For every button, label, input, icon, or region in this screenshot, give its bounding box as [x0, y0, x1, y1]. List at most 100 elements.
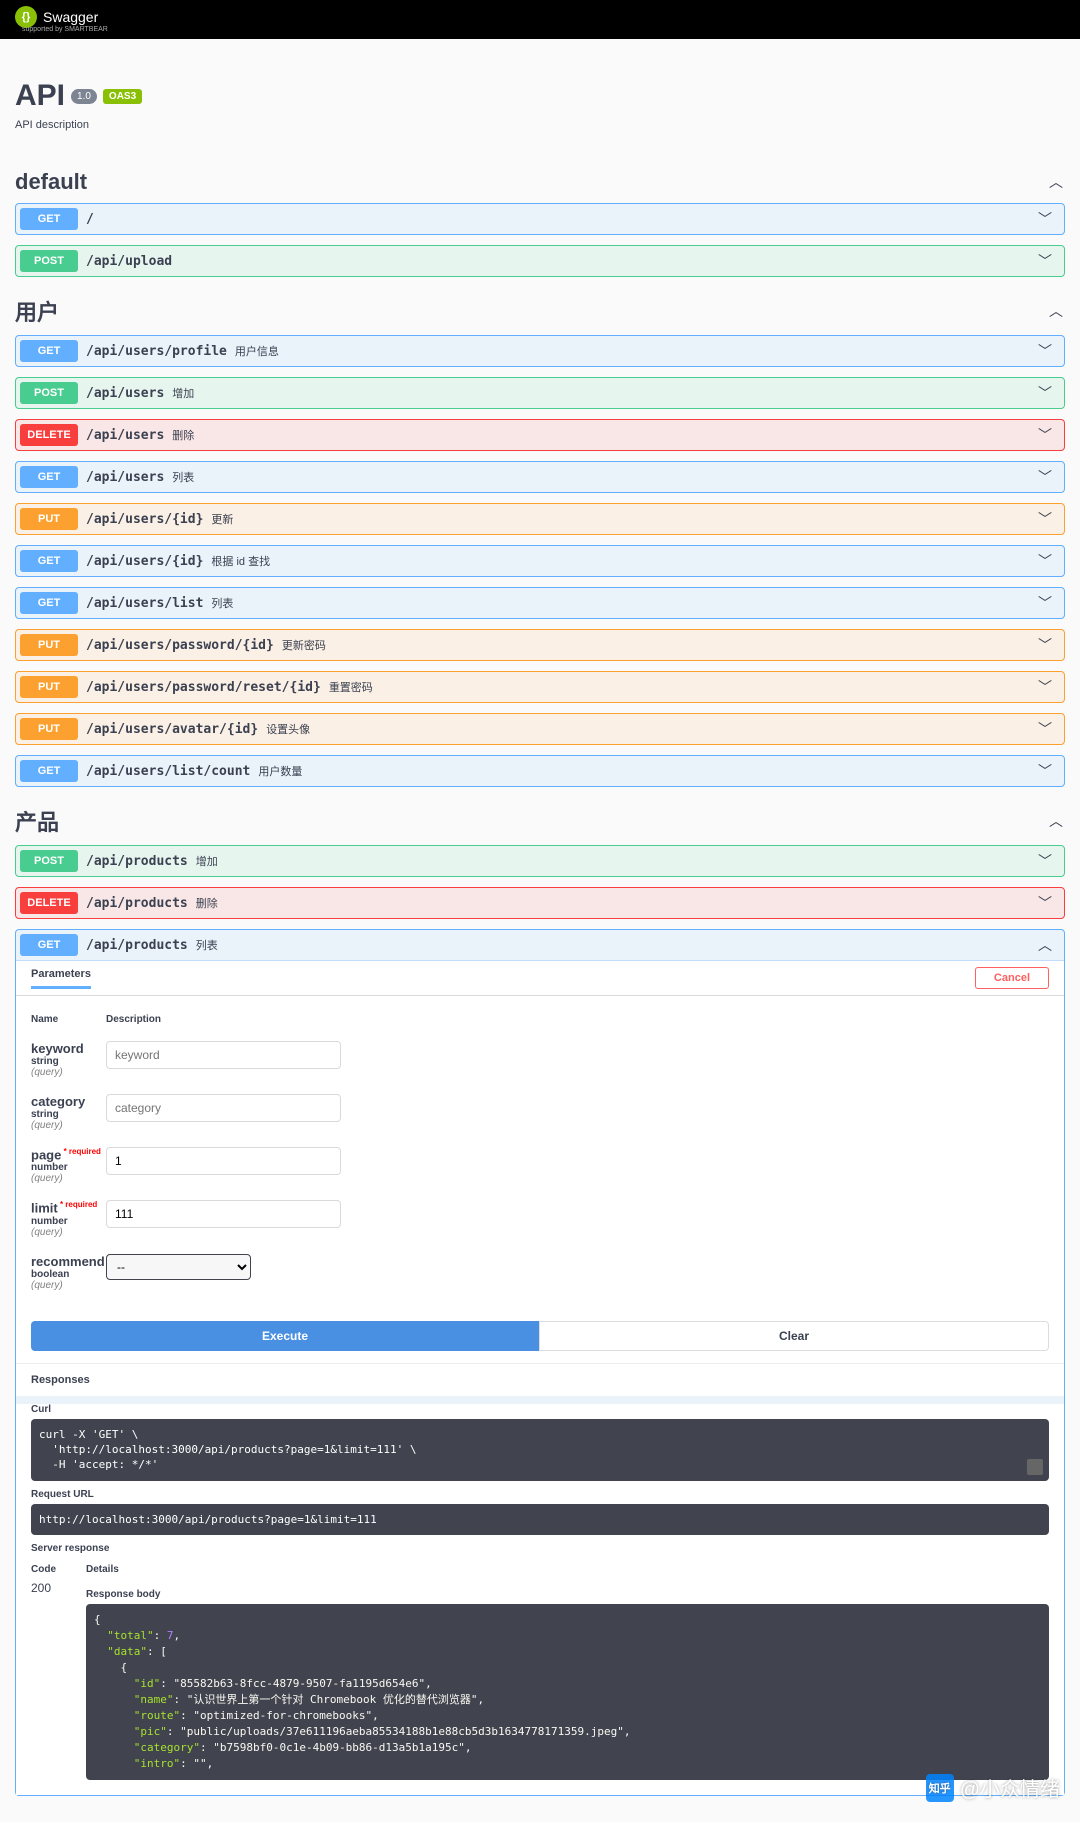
tag-header-default[interactable]: default ︿ — [15, 161, 1065, 203]
method-badge: DELETE — [20, 424, 78, 446]
chevron-down-icon: ﹀ — [1038, 383, 1060, 403]
chevron-down-icon: ﹀ — [1038, 209, 1060, 229]
opblock-summary[interactable]: PUT /api/users/password/reset/{id} 重置密码 … — [16, 672, 1064, 702]
param-input-limit[interactable] — [106, 1200, 341, 1228]
endpoint-path: /api/users — [86, 386, 164, 401]
endpoint-path: /api/users/password/reset/{id} — [86, 680, 321, 695]
chevron-down-icon: ﹀ — [1038, 551, 1060, 571]
method-badge: PUT — [20, 676, 78, 698]
endpoint-summary: 列表 — [211, 595, 233, 611]
parameters-header: Parameters Cancel — [16, 961, 1064, 996]
response-section: Curl curl -X 'GET' \ 'http://localhost:3… — [16, 1404, 1064, 1795]
opblock-summary[interactable]: GET /api/users/list/count 用户数量 ﹀ — [16, 756, 1064, 786]
col-desc-header: Description — [106, 1014, 1049, 1025]
param-row: category string (query) — [31, 1086, 1049, 1139]
param-type: number — [31, 1162, 106, 1173]
clear-button[interactable]: Clear — [539, 1321, 1049, 1351]
endpoint-summary: 重置密码 — [329, 679, 373, 695]
method-badge: GET — [20, 340, 78, 362]
endpoint-path: /api/users/password/{id} — [86, 638, 274, 653]
method-badge: GET — [20, 934, 78, 956]
param-name: limit * required — [31, 1200, 106, 1215]
chevron-down-icon: ﹀ — [1038, 635, 1060, 655]
ops-products: POST /api/products 增加 ﹀ DELETE /api/prod… — [15, 845, 1065, 1796]
request-url-block: http://localhost:3000/api/products?page=… — [31, 1504, 1049, 1535]
opblock-get: GET / ﹀ — [15, 203, 1065, 235]
chevron-down-icon: ﹀ — [1038, 677, 1060, 697]
opblock-get: GET /api/users/{id} 根据 id 查找 ﹀ — [15, 545, 1065, 577]
chevron-down-icon: ﹀ — [1038, 719, 1060, 739]
chevron-down-icon: ﹀ — [1038, 761, 1060, 781]
request-url-label: Request URL — [31, 1489, 1049, 1500]
opblock-summary[interactable]: PUT /api/users/{id} 更新 ﹀ — [16, 504, 1064, 534]
opblock-summary[interactable]: GET /api/users 列表 ﹀ — [16, 462, 1064, 492]
opblock-summary[interactable]: POST /api/products 增加 ﹀ — [16, 846, 1064, 876]
endpoint-path: /api/users/{id} — [86, 512, 203, 527]
copy-icon[interactable] — [1027, 1459, 1043, 1475]
opblock-summary[interactable]: DELETE /api/products 删除 ﹀ — [16, 888, 1064, 918]
endpoint-summary: 根据 id 查找 — [211, 553, 270, 569]
tag-header-users[interactable]: 用户 ︿ — [15, 287, 1065, 335]
param-in: (query) — [31, 1280, 106, 1291]
logo-byline: supported by SMARTBEAR — [22, 26, 1080, 33]
oas-badge: OAS3 — [103, 89, 142, 104]
tag-header-products[interactable]: 产品 ︿ — [15, 797, 1065, 845]
param-input-category[interactable] — [106, 1094, 341, 1122]
param-input-page[interactable] — [106, 1147, 341, 1175]
chevron-down-icon: ﹀ — [1038, 425, 1060, 445]
param-select-recommend[interactable]: -- — [106, 1254, 251, 1280]
execute-row: Execute Clear — [16, 1309, 1064, 1363]
method-badge: POST — [20, 382, 78, 404]
chevron-up-icon: ︿ — [1038, 935, 1060, 955]
version-badge: 1.0 — [71, 89, 97, 104]
parameters-title: Parameters — [31, 968, 91, 989]
opblock-summary[interactable]: PUT /api/users/password/{id} 更新密码 ﹀ — [16, 630, 1064, 660]
execute-button[interactable]: Execute — [31, 1321, 539, 1351]
method-badge: PUT — [20, 508, 78, 530]
opblock-get: GET /api/users/profile 用户信息 ﹀ — [15, 335, 1065, 367]
api-description: API description — [15, 119, 1065, 131]
response-body-block: { "total": 7, "data": [ { "id": "85582b6… — [86, 1604, 1049, 1779]
opblock-summary[interactable]: POST /api/upload ﹀ — [16, 246, 1064, 276]
method-badge: GET — [20, 466, 78, 488]
curl-label: Curl — [31, 1404, 1049, 1415]
method-badge: PUT — [20, 634, 78, 656]
opblock-summary[interactable]: GET /api/users/list 列表 ﹀ — [16, 588, 1064, 618]
endpoint-path: / — [86, 212, 94, 227]
opblock-post: POST /api/users 增加 ﹀ — [15, 377, 1065, 409]
param-row: keyword string (query) — [31, 1033, 1049, 1086]
opblock-summary[interactable]: GET / ﹀ — [16, 204, 1064, 234]
opblock-summary[interactable]: DELETE /api/users 删除 ﹀ — [16, 420, 1064, 450]
opblock-summary[interactable]: GET /api/users/{id} 根据 id 查找 ﹀ — [16, 546, 1064, 576]
param-row: recommend boolean (query) -- — [31, 1246, 1049, 1299]
param-name: keyword — [31, 1041, 106, 1056]
param-name: page * required — [31, 1147, 106, 1162]
param-in: (query) — [31, 1227, 106, 1238]
chevron-up-icon: ︿ — [1047, 173, 1065, 191]
method-badge: PUT — [20, 718, 78, 740]
opblock-summary[interactable]: POST /api/users 增加 ﹀ — [16, 378, 1064, 408]
opblock-summary[interactable]: GET /api/products 列表 ︿ — [16, 930, 1064, 960]
param-input-keyword[interactable] — [106, 1041, 341, 1069]
param-name: category — [31, 1094, 106, 1109]
opblock-summary[interactable]: PUT /api/users/avatar/{id} 设置头像 ﹀ — [16, 714, 1064, 744]
method-badge: DELETE — [20, 892, 78, 914]
opblock-summary[interactable]: GET /api/users/profile 用户信息 ﹀ — [16, 336, 1064, 366]
tag-name: default — [15, 169, 87, 195]
opblock-get: GET /api/users/list 列表 ﹀ — [15, 587, 1065, 619]
endpoint-path: /api/users/avatar/{id} — [86, 722, 258, 737]
resp-details-header: Details — [86, 1564, 119, 1575]
opblock-body: Parameters Cancel NameDescription keywor… — [16, 960, 1064, 1795]
ops-default: GET / ﹀ POST /api/upload ﹀ — [15, 203, 1065, 277]
server-response-label: Server response — [31, 1543, 1049, 1554]
opblock-get: GET /api/users/list/count 用户数量 ﹀ — [15, 755, 1065, 787]
method-badge: POST — [20, 250, 78, 272]
endpoint-summary: 删除 — [172, 427, 194, 443]
param-type: string — [31, 1056, 106, 1067]
chevron-down-icon: ﹀ — [1038, 593, 1060, 613]
chevron-down-icon: ﹀ — [1038, 251, 1060, 271]
method-badge: GET — [20, 550, 78, 572]
opblock-delete: DELETE /api/products 删除 ﹀ — [15, 887, 1065, 919]
cancel-button[interactable]: Cancel — [975, 967, 1049, 989]
params-table: NameDescription keyword string (query) c… — [16, 996, 1064, 1309]
